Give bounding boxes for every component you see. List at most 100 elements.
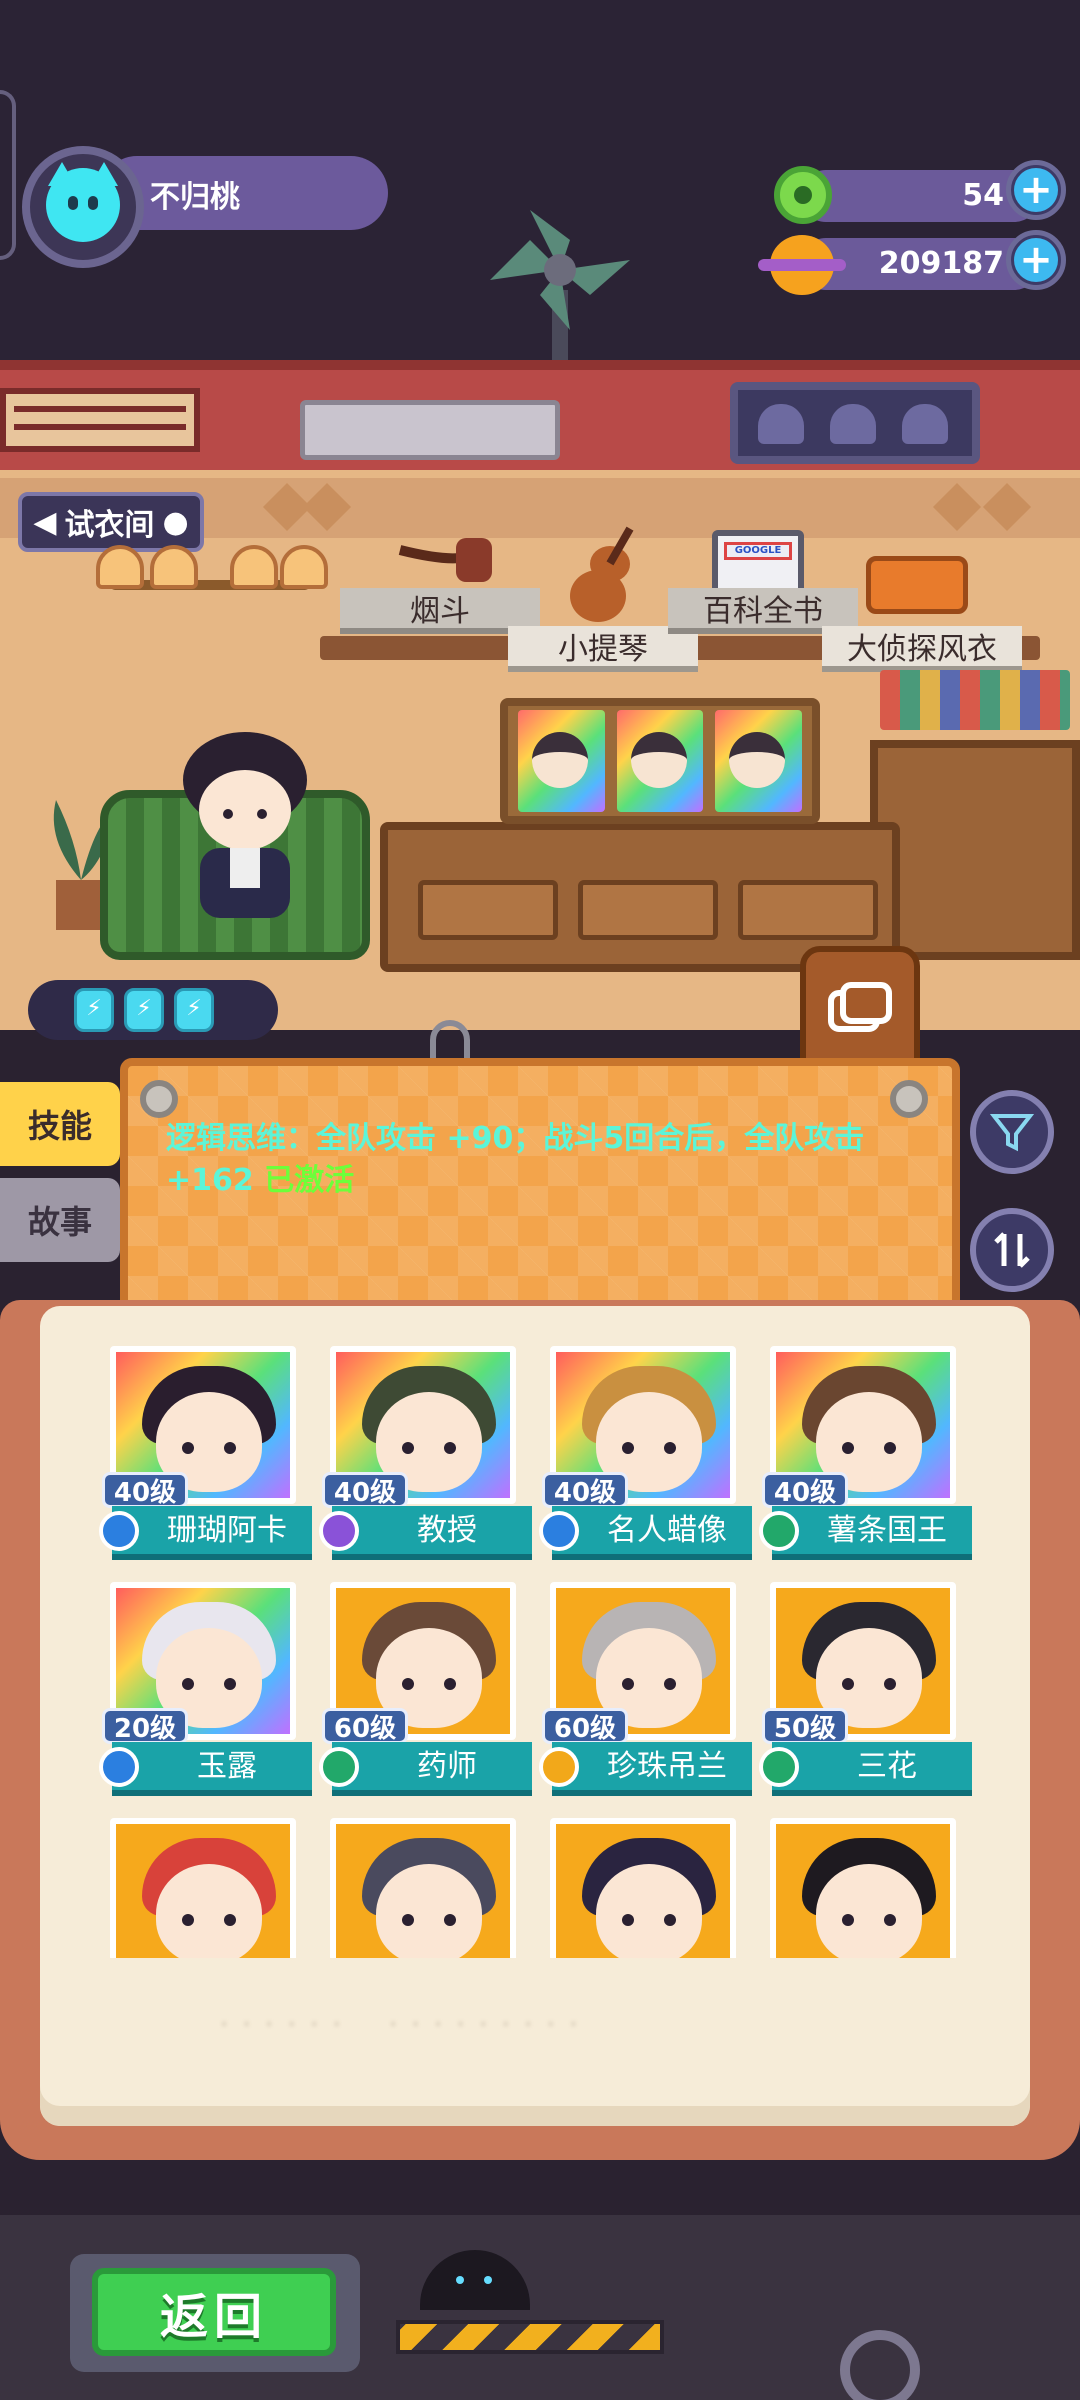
detective-character[interactable] [160,730,330,930]
character-card[interactable]: 40级 薯条国王 [756,1338,972,1566]
energy-bar: ⚡ ⚡ ⚡ [28,980,278,1040]
pipe-icon[interactable] [390,530,500,590]
character-card[interactable] [756,1810,966,1958]
shield-role-icon [316,1504,362,1558]
shield-role-icon [536,1504,582,1558]
level-badge: 40级 [542,1472,628,1508]
shield-role-icon [536,1740,582,1794]
shield-role-icon [96,1504,142,1558]
game-screen: 不归桃 54 + 209187 + ◀ 试衣间 ● GOOGLE 烟斗 小提琴 … [0,0,1080,2400]
pin-icon [890,1080,928,1118]
energy-icon: ⚡ [74,988,114,1032]
level-badge: 40级 [762,1472,848,1508]
sort-icon [994,1232,1030,1268]
level-badge: 20级 [102,1708,188,1744]
character-name: 名人蜡像 [552,1506,752,1560]
energy-icon: ⚡ [174,988,214,1032]
wardrobe-button[interactable] [800,946,920,1076]
filter-icon [990,1114,1034,1152]
character-name: 薯条国王 [772,1506,972,1560]
plus-icon: + [1014,168,1058,212]
character-name: 珍珠吊兰 [552,1742,752,1796]
character-name: 药师 [332,1742,532,1796]
wardrobe-icon [828,982,892,1032]
donut-gem-icon [774,166,832,224]
player-name: 不归桃 [150,180,240,215]
detective-coat-icon[interactable] [866,556,968,614]
pin-icon [140,1080,178,1118]
character-portrait [770,1818,956,1958]
add-gems-button[interactable]: + [1006,160,1066,220]
character-card[interactable]: 60级 珍珠吊兰 [536,1574,752,1802]
character-card[interactable]: 40级 名人蜡像 [536,1338,752,1566]
character-card[interactable]: 60级 药师 [316,1574,532,1802]
level-badge: 40级 [102,1472,188,1508]
sort-button[interactable] [970,1208,1054,1292]
page-footer-text: · · · · · · · · · · · · · · · [220,2010,581,2040]
portrait-thumbnail[interactable] [616,710,704,812]
bookcase [870,740,1080,960]
character-name: 三花 [772,1742,972,1796]
arrow-left-icon: ◀ [33,504,57,540]
character-name: 珊瑚阿卡 [112,1506,312,1560]
add-coins-button[interactable]: + [1006,230,1066,290]
shield-role-icon [96,1740,142,1794]
bookshelf-books [880,670,1070,730]
character-card[interactable]: 20级 玉露 [96,1574,312,1802]
shield-role-icon [756,1740,802,1794]
level-badge: 50级 [762,1708,848,1744]
book-logo: GOOGLE [724,542,792,560]
coin-count: 209187 [878,246,1004,281]
skill-status: 已激活 [264,1163,355,1198]
level-badge: 60级 [322,1708,408,1744]
tab-skill[interactable]: 技能 [0,1082,120,1166]
character-card[interactable]: 50级 三花 [756,1574,972,1802]
tab-story[interactable]: 故事 [0,1178,120,1262]
outfit-portraits[interactable] [500,698,820,824]
ghost-icon [830,404,876,444]
vent-box [300,400,560,460]
hazard-stripe [396,2320,664,2354]
top-machine-shelf [0,360,1080,470]
edge-handle[interactable] [0,90,16,260]
character-portrait [330,1818,516,1958]
skill-description: 逻辑思维：全队攻击 +90；战斗5回合后，全队攻击 +162 已激活 [166,1118,906,1202]
character-name: 玉露 [112,1742,312,1796]
shield-role-icon [756,1504,802,1558]
wall-lamp-icon [280,545,328,589]
player-avatar[interactable] [22,146,144,268]
ghost-display [730,382,980,464]
fitting-room-button[interactable]: ◀ 试衣间 ● [18,492,204,552]
character-grid[interactable]: 40级 珊瑚阿卡 40级 教授 40级 名人蜡像 40级 薯条国王 20级 玉露 60级 药师 60级珍… [96,1338,988,1958]
character-portrait [110,1818,296,1958]
fitting-room-label: 试衣间 [64,508,155,543]
character-portrait [550,1818,736,1958]
player-name-bar[interactable] [100,156,388,230]
ceiling-fan-icon [490,210,630,360]
planet-coin-icon [758,235,846,295]
energy-icon: ⚡ [124,988,164,1032]
violin-icon[interactable] [560,520,650,630]
gear-decoration [840,2330,920,2400]
character-card[interactable] [536,1810,746,1958]
character-card[interactable]: 40级 珊瑚阿卡 [96,1338,312,1566]
cat-avatar-icon [46,162,120,242]
character-card[interactable] [96,1810,306,1958]
wall-panel [0,388,200,452]
character-card[interactable] [316,1810,526,1958]
character-card[interactable]: 40级 教授 [316,1338,532,1566]
gem-count: 54 [962,178,1004,213]
ghost-icon [758,404,804,444]
portrait-thumbnail[interactable] [518,710,605,812]
level-badge: 40级 [322,1472,408,1508]
shield-role-icon [316,1740,362,1794]
level-badge: 60级 [542,1708,628,1744]
ghost-icon [902,404,948,444]
back-button[interactable]: 返回 [92,2268,336,2356]
filter-button[interactable] [970,1090,1054,1174]
portrait-thumbnail[interactable] [715,710,803,812]
character-name: 教授 [332,1506,532,1560]
dot-icon: ● [162,504,189,540]
wall-lamp-icon [96,545,144,589]
wall-lamp-icon [150,545,198,589]
